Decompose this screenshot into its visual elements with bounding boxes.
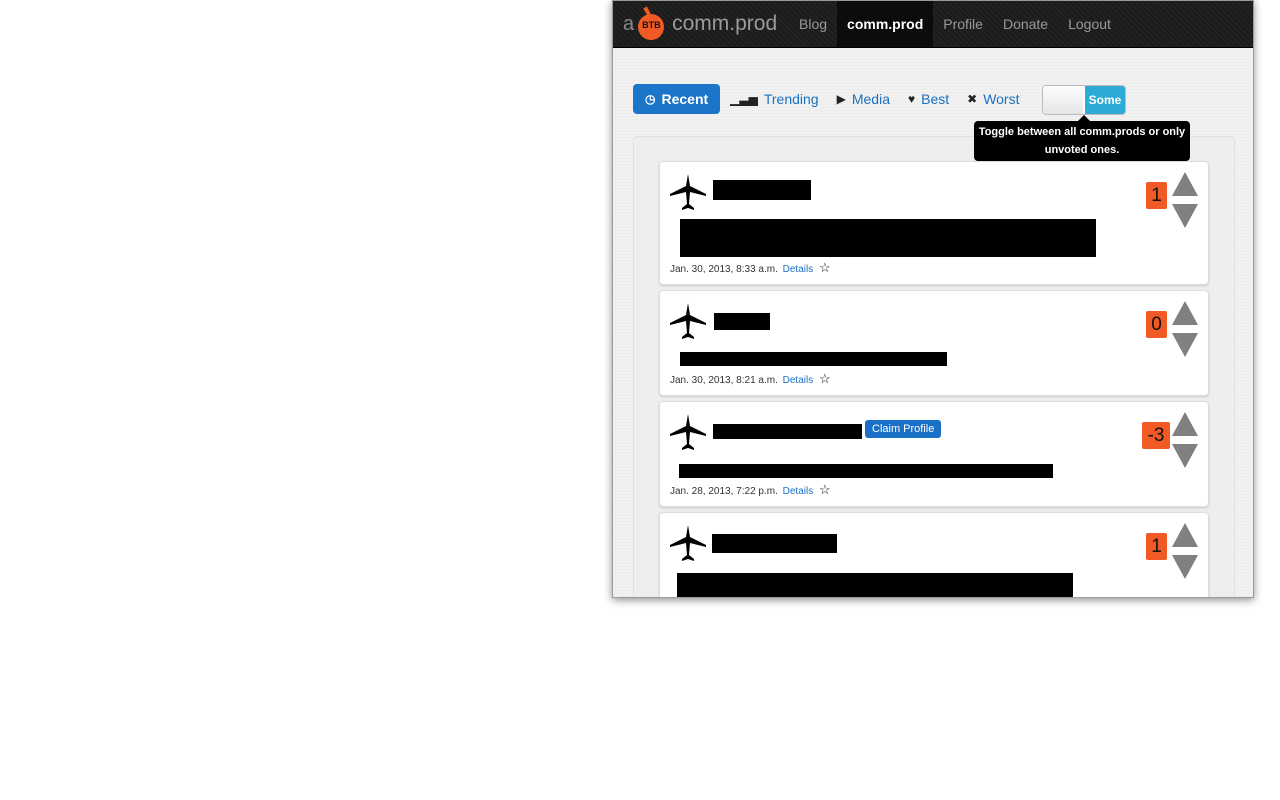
claim-profile-button[interactable]: Claim Profile bbox=[865, 420, 942, 438]
play-icon: ▶ bbox=[836, 92, 846, 106]
post-meta: Jan. 28, 2013, 7:22 p.m. Details ☆ bbox=[670, 482, 831, 498]
post-card: Claim Profile Jan. 28, 2013, 7:22 p.m. D… bbox=[659, 401, 1209, 507]
tab-worst[interactable]: ✖ Worst bbox=[959, 84, 1027, 114]
tab-best-label: Best bbox=[921, 91, 950, 107]
toggle-knob[interactable] bbox=[1043, 86, 1083, 114]
filter-tabs: ◷ Recent ▁▃▅ Trending ▶ Media ♥ Best ✖ W… bbox=[633, 84, 1030, 114]
airplane-icon bbox=[670, 414, 706, 450]
post-text-redacted bbox=[679, 464, 1053, 478]
downvote-icon[interactable] bbox=[1172, 204, 1198, 228]
post-date: Jan. 28, 2013, 7:22 p.m. bbox=[670, 486, 778, 497]
x-icon: ✖ bbox=[967, 92, 978, 106]
post-card: Jan. 30, 2013, 8:21 a.m. Details ☆ 0 bbox=[659, 290, 1209, 396]
score-badge: 1 bbox=[1146, 533, 1167, 560]
signal-bars-icon: ▁▃▅ bbox=[730, 92, 758, 106]
details-link[interactable]: Details bbox=[783, 486, 814, 497]
bomb-badge-text: BTB bbox=[642, 20, 661, 30]
tab-recent-label: Recent bbox=[661, 91, 709, 107]
main-nav: Blog comm.prod Profile Donate Logout bbox=[789, 1, 1121, 47]
tab-trending-label: Trending bbox=[763, 91, 819, 107]
airplane-icon bbox=[670, 525, 706, 561]
airplane-icon bbox=[670, 174, 706, 210]
top-navbar: a BTB comm.prod Blog comm.prod Profile D… bbox=[613, 1, 1253, 48]
tab-worst-label: Worst bbox=[983, 91, 1020, 107]
star-icon[interactable]: ☆ bbox=[819, 371, 831, 386]
post-text-redacted bbox=[677, 573, 1073, 597]
score-badge: 0 bbox=[1146, 311, 1167, 338]
details-link[interactable]: Details bbox=[783, 375, 814, 386]
details-link[interactable]: Details bbox=[783, 264, 814, 275]
tab-best[interactable]: ♥ Best bbox=[900, 84, 957, 114]
clock-icon: ◷ bbox=[645, 92, 656, 106]
nav-profile[interactable]: Profile bbox=[933, 1, 993, 47]
author-name-redacted bbox=[712, 534, 837, 553]
main-content: ◷ Recent ▁▃▅ Trending ▶ Media ♥ Best ✖ W… bbox=[613, 48, 1253, 597]
author-name-redacted bbox=[714, 313, 770, 330]
tab-trending[interactable]: ▁▃▅ Trending bbox=[722, 84, 826, 114]
star-icon[interactable]: ☆ bbox=[819, 482, 831, 497]
downvote-icon[interactable] bbox=[1172, 555, 1198, 579]
post-meta: Jan. 30, 2013, 8:21 a.m. Details ☆ bbox=[670, 371, 831, 387]
upvote-icon[interactable] bbox=[1172, 172, 1198, 196]
nav-logout[interactable]: Logout bbox=[1058, 1, 1121, 47]
nav-blog[interactable]: Blog bbox=[789, 1, 837, 47]
post-date: Jan. 30, 2013, 8:21 a.m. bbox=[670, 375, 778, 386]
author-name-redacted bbox=[713, 424, 862, 439]
score-badge: -3 bbox=[1142, 422, 1170, 449]
tab-media[interactable]: ▶ Media bbox=[829, 84, 898, 114]
upvote-icon[interactable] bbox=[1172, 523, 1198, 547]
unvoted-toggle[interactable]: Some bbox=[1042, 85, 1126, 115]
tab-recent[interactable]: ◷ Recent bbox=[633, 84, 721, 114]
brand-name: comm.prod bbox=[672, 12, 778, 35]
downvote-icon[interactable] bbox=[1172, 333, 1198, 357]
heart-icon: ♥ bbox=[907, 92, 916, 106]
post-meta: Jan. 30, 2013, 8:33 a.m. Details ☆ bbox=[670, 260, 831, 276]
upvote-icon[interactable] bbox=[1172, 301, 1198, 325]
toggle-on-label: Some bbox=[1085, 86, 1125, 114]
post-text-redacted bbox=[680, 219, 1096, 257]
toggle-tooltip: Toggle between all comm.prods or only un… bbox=[974, 115, 1190, 161]
airplane-icon bbox=[670, 303, 706, 339]
score-badge: 1 bbox=[1146, 182, 1167, 209]
nav-donate[interactable]: Donate bbox=[993, 1, 1058, 47]
post-card: 1 bbox=[659, 512, 1209, 597]
brand-logo[interactable]: a BTB comm.prod bbox=[623, 9, 778, 40]
nav-commprod[interactable]: comm.prod bbox=[837, 1, 934, 47]
browser-window: a BTB comm.prod Blog comm.prod Profile D… bbox=[612, 0, 1254, 598]
post-text-redacted bbox=[680, 352, 947, 366]
brand-prefix: a bbox=[623, 12, 635, 35]
tab-media-label: Media bbox=[851, 91, 890, 107]
author-name-redacted bbox=[713, 180, 811, 200]
post-date: Jan. 30, 2013, 8:33 a.m. bbox=[670, 264, 778, 275]
downvote-icon[interactable] bbox=[1172, 444, 1198, 468]
bomb-icon: BTB bbox=[638, 14, 665, 40]
upvote-icon[interactable] bbox=[1172, 412, 1198, 436]
star-icon[interactable]: ☆ bbox=[819, 260, 831, 275]
post-card: Jan. 30, 2013, 8:33 a.m. Details ☆ 1 bbox=[659, 161, 1209, 285]
